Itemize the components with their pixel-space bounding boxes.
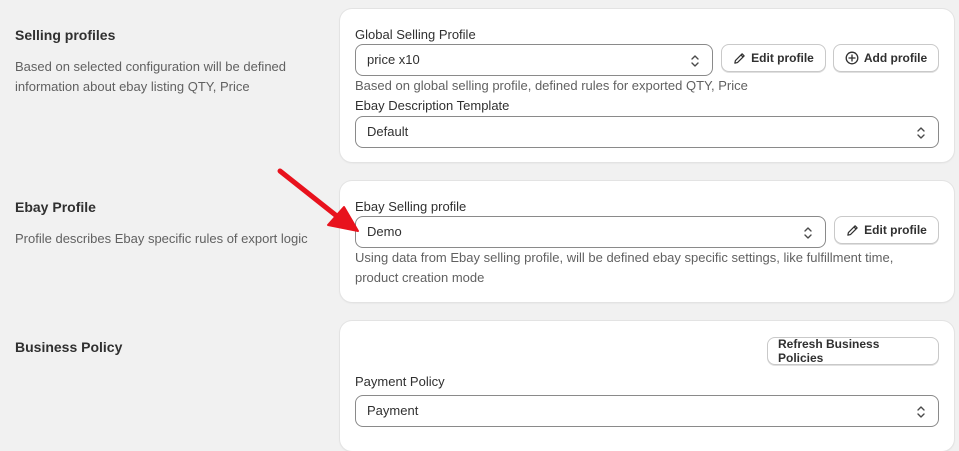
selling-profiles-title: Selling profiles <box>15 27 116 43</box>
business-policy-info: Business Policy <box>15 338 315 369</box>
chevron-up-down-icon <box>691 55 699 67</box>
add-profile-button[interactable]: Add profile <box>833 44 939 72</box>
global-profile-help-text: Based on global selling profile, defined… <box>355 78 748 93</box>
payment-policy-value: Payment <box>367 403 419 418</box>
edit-ebay-profile-button[interactable]: Edit profile <box>834 216 939 244</box>
description-template-value: Default <box>367 124 409 139</box>
edit-global-profile-button[interactable]: Edit profile <box>721 44 826 72</box>
global-selling-profile-label: Global Selling Profile <box>355 27 476 42</box>
business-policy-title: Business Policy <box>15 339 123 355</box>
ebay-profile-card: Ebay Selling profile Demo Edit profile U… <box>340 181 954 302</box>
payment-policy-label: Payment Policy <box>355 374 445 389</box>
payment-policy-select[interactable]: Payment <box>355 395 939 427</box>
description-template-select[interactable]: Default <box>355 116 939 148</box>
edit-profile-label: Edit profile <box>751 51 814 65</box>
refresh-business-policies-label: Refresh Business Policies <box>778 337 880 365</box>
chevron-up-down-icon <box>917 127 925 139</box>
edit-profile-label: Edit profile <box>864 223 927 237</box>
global-selling-profile-select[interactable]: price x10 <box>355 44 713 76</box>
chevron-up-down-icon <box>917 406 925 418</box>
pencil-icon <box>734 52 745 64</box>
pencil-icon <box>847 224 858 236</box>
description-template-label: Ebay Description Template <box>355 98 510 113</box>
annotation-arrow-icon <box>277 168 359 232</box>
chevron-up-down-icon <box>804 227 812 239</box>
global-selling-profile-value: price x10 <box>367 52 420 67</box>
ebay-profile-help-text: Using data from Ebay selling profile, wi… <box>355 250 894 285</box>
selling-profiles-description: Based on selected configuration will be … <box>15 59 287 94</box>
ebay-selling-profile-value: Demo <box>367 224 402 239</box>
business-policy-card: Refresh Business Policies Payment Policy… <box>340 321 954 451</box>
add-profile-label: Add profile <box>863 51 928 65</box>
plus-circle-icon <box>845 51 859 65</box>
selling-profiles-info: Selling profiles Based on selected confi… <box>15 26 315 97</box>
ebay-selling-profile-label: Ebay Selling profile <box>355 199 467 214</box>
ebay-selling-profile-select[interactable]: Demo <box>355 216 826 248</box>
ebay-profile-description: Profile describes Ebay specific rules of… <box>15 231 308 246</box>
selling-profiles-card: Global Selling Profile price x10 Edit pr… <box>340 9 954 162</box>
refresh-business-policies-button[interactable]: Refresh Business Policies <box>767 337 939 365</box>
